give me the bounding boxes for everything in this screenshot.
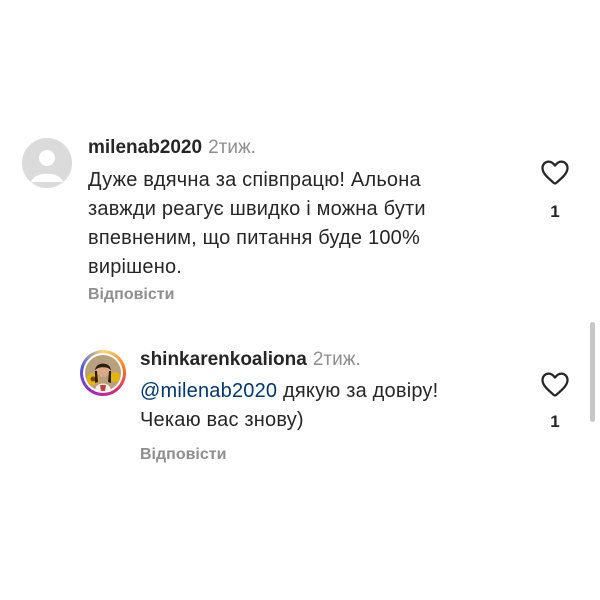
reply-button[interactable]: Відповісти [88,285,174,305]
comment-line: Дуже вдячна за співпрацю! Альона [88,169,421,191]
reply-button[interactable]: Відповісти [140,445,226,465]
comment-line: завжди реагує швидко і можна бути [88,198,426,220]
comment-line: @milenab2020 дякую за довіру! [140,377,530,406]
comment-header: milenab2020 2тиж. [88,136,256,160]
like-count: 1 [550,412,560,431]
comment-header: shinkarenkoaliona 2тиж. [140,348,361,372]
comment-time: 2тиж. [312,349,361,370]
comment-line: вирішено. [88,256,183,278]
comment-line: впевненим, що питання буде 100% [88,227,420,249]
avatar [85,355,121,391]
comment-line: Чекаю вас знову) [140,409,304,431]
username[interactable]: milenab2020 [88,137,202,158]
heart-outline-icon[interactable] [540,158,570,186]
comment-text: Дуже вдячна за співпрацю! Альона завжди … [88,166,528,282]
mention-link[interactable]: @milenab2020 [140,380,277,402]
profile-photo-icon [85,355,121,391]
comment-time: 2тиж. [208,137,256,158]
default-avatar-icon [22,138,72,188]
comment-text-fragment: дякую за довіру! [277,380,439,402]
story-ring[interactable] [80,350,126,396]
comment-item: shinkarenkoaliona 2тиж. @milenab2020 дяку… [0,320,600,500]
like-count: 1 [550,202,560,221]
comment-text: @milenab2020 дякую за довіру! Чекаю вас … [140,377,530,435]
username[interactable]: shinkarenkoaliona [140,349,307,370]
heart-outline-icon[interactable] [540,370,570,398]
avatar[interactable] [22,138,72,188]
scrollbar[interactable] [590,322,595,422]
comment-item: milenab2020 2тиж. Дуже вдячна за співпрац… [0,0,600,320]
